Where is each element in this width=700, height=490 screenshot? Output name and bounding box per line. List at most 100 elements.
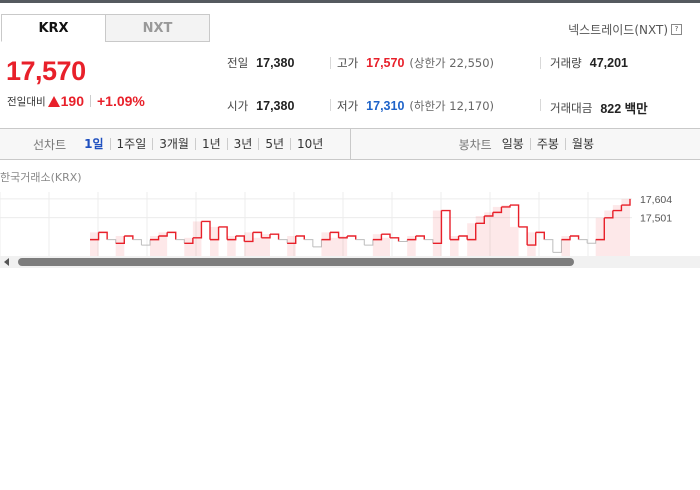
period-5y[interactable]: 5년 [258,138,290,150]
divider [540,57,541,69]
stat-value: 17,380 [256,56,295,70]
series-area [287,236,296,256]
series-line-segment [424,239,434,244]
period-1d[interactable]: 1일 [78,138,109,150]
series-line-segment [355,239,365,246]
series-line-segment [235,235,245,242]
nxt-info-link[interactable]: 넥스트레이드(NXT) ? [568,21,682,38]
series-area [184,237,193,256]
stat-high: 고가 17,570 (상한가 22,550) [337,55,494,71]
candle-chart-periods: 봉차트 일봉 주봉 월봉 [351,129,700,159]
series-area [338,236,348,256]
series-line-segment [295,235,305,240]
line-chart-title: 선차트 [33,137,67,152]
series-area [492,206,502,256]
stat-prev-close: 전일 17,380 [227,55,294,71]
series-area [595,217,605,256]
stat-value: 17,570 [366,56,405,70]
series-area [210,226,219,256]
series-area [510,226,519,256]
scroll-left-arrow-icon[interactable] [4,258,9,266]
series-area [621,198,630,256]
series-area [501,205,510,256]
tab-krx[interactable]: KRX [1,14,106,42]
series-line-segment [175,239,185,244]
divider [330,57,331,69]
candle-daily[interactable]: 일봉 [496,138,530,150]
candle-weekly[interactable]: 주봉 [529,138,565,150]
series-line-segment [570,235,580,240]
series-area [227,236,236,256]
nxt-link-label: 넥스트레이드(NXT) [568,23,668,37]
stat-volume: 거래량 47,201 [550,55,628,71]
series-area [381,237,390,256]
stat-value: 17,380 [256,99,295,113]
candle-monthly[interactable]: 월봉 [564,138,600,150]
period-10y[interactable]: 10년 [290,138,329,150]
series-area [252,237,262,256]
series-line-segment [218,226,228,240]
series-area [484,212,493,256]
help-icon[interactable]: ? [671,24,682,35]
series-line-segment [98,231,108,240]
stat-trade-value: 거래대금 822 백만 [550,98,648,117]
stat-label: 거래대금 [550,100,593,115]
upper-limit: (상한가 22,550) [409,56,495,70]
series-line-segment [330,231,340,238]
series-area [330,237,339,256]
line-chart-periods: 선차트 1일 1주일 3개월 1년 3년 5년 10년 [0,129,351,159]
series-area [467,223,476,256]
change-percent: +1.09% [97,93,145,109]
period-1y[interactable]: 1년 [194,138,227,150]
series-line-segment [535,231,545,240]
stat-label: 거래량 [550,56,582,70]
series-area [115,236,125,256]
series-area [432,210,442,256]
series-line-segment [510,204,520,227]
series-area [150,236,159,256]
scrollbar-thumb[interactable] [18,258,574,266]
divider [90,95,91,107]
series-area [561,236,570,256]
series-area [192,221,202,256]
series-line-segment [381,233,391,238]
divider [540,99,541,111]
stat-label: 고가 [337,56,359,70]
stat-value: 822 백만 [600,102,648,116]
stat-low: 저가 17,310 (하한가 12,170) [337,98,494,114]
y-tick-label: 17,604 [640,194,672,206]
series-line-segment [252,231,263,238]
series-area [450,236,459,256]
series-line-segment [398,239,408,242]
y-tick-label: 17,501 [640,213,672,225]
stat-label: 저가 [337,99,359,113]
series-area [604,210,613,256]
chart-market-label: 한국거래소(KRX) [0,171,82,184]
chart-scrollbar[interactable] [0,256,700,268]
period-3y[interactable]: 3년 [226,138,259,150]
series-line-segment [544,239,554,253]
market-tabs: KRX NXT [1,14,210,42]
chart-toolbar: 선차트 1일 1주일 3개월 1년 3년 5년 10년 봉차트 일봉 주봉 월봉 [0,128,700,160]
series-line-segment [304,239,314,247]
series-line-segment [167,231,177,240]
up-triangle-icon [47,95,60,107]
change-label: 전일대비 [7,95,46,108]
price-change: 전일대비 190 +1.09% [7,93,145,109]
stat-open: 시가 17,380 [227,98,294,114]
series-line-segment [312,239,322,248]
series-line-segment [441,209,451,240]
series-line-segment [390,237,400,242]
series-line-segment [364,239,374,246]
tab-nxt[interactable]: NXT [105,14,210,42]
series-line-segment [518,226,528,246]
stat-label: 시가 [227,99,249,113]
chart-series [90,198,631,256]
period-1w[interactable]: 1주일 [109,138,153,150]
series-line-segment [132,239,142,246]
stat-label: 전일 [227,56,249,70]
series-area [158,232,168,256]
stat-value: 47,201 [589,56,628,70]
series-line-segment [107,239,117,244]
period-3m[interactable]: 3개월 [152,138,195,150]
